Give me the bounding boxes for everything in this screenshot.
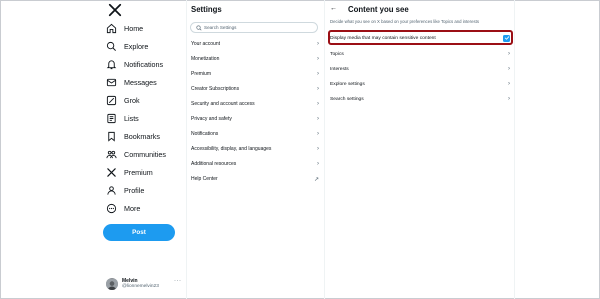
settings-item-creator-subscriptions[interactable]: Creator Subscriptions › <box>186 82 324 96</box>
settings-item-notifications[interactable]: Notifications › <box>186 127 324 141</box>
settings-item-label: Notifications <box>191 131 219 137</box>
nav-premium-label: Premium <box>124 167 153 177</box>
settings-item-label: Additional resources <box>191 161 237 167</box>
nav-home[interactable]: Home <box>106 20 143 36</box>
back-arrow-icon[interactable]: ← <box>330 5 337 12</box>
settings-item-label: Security and account access <box>191 101 255 107</box>
account-switcher[interactable]: Melvin @lionnemelvin23 ··· <box>106 276 184 292</box>
nav-grok-label: Grok <box>124 95 140 105</box>
page-title: Content you see <box>348 5 409 14</box>
settings-item-your-account[interactable]: Your account › <box>186 37 324 51</box>
nav-explore-label: Explore <box>124 41 149 51</box>
settings-search[interactable] <box>190 22 318 33</box>
settings-item-label: Privacy and safety <box>191 116 232 122</box>
people-icon <box>106 149 117 160</box>
chevron-right-icon: › <box>317 116 319 122</box>
bookmark-icon <box>106 131 117 142</box>
page-description: Decide what you see on X based on your p… <box>330 19 479 24</box>
content-item-label: Topics <box>330 51 344 57</box>
x-logo-icon <box>106 167 117 178</box>
nav-notifications-label: Notifications <box>124 59 164 69</box>
nav-premium[interactable]: Premium <box>106 164 153 180</box>
settings-item-label: Premium <box>191 71 212 77</box>
chevron-right-icon: › <box>508 96 510 102</box>
settings-item-security[interactable]: Security and account access › <box>186 97 324 111</box>
nav-messages-label: Messages <box>124 77 157 87</box>
nav-lists[interactable]: Lists <box>106 110 139 126</box>
nav-home-label: Home <box>124 23 144 33</box>
nav-more[interactable]: More <box>106 200 140 216</box>
chevron-right-icon: › <box>317 41 319 47</box>
nav-communities-label: Communities <box>124 149 166 159</box>
account-info: Melvin @lionnemelvin23 <box>122 278 159 291</box>
chevron-right-icon: › <box>317 131 319 137</box>
settings-item-monetization[interactable]: Monetization › <box>186 52 324 66</box>
envelope-icon <box>106 77 117 88</box>
settings-item-additional-resources[interactable]: Additional resources › <box>186 157 324 171</box>
nav-bookmarks-label: Bookmarks <box>124 131 160 141</box>
nav-profile[interactable]: Profile <box>106 182 144 198</box>
settings-item-label: Your account <box>191 41 221 47</box>
settings-item-premium[interactable]: Premium › <box>186 67 324 81</box>
settings-item-accessibility[interactable]: Accessibility, display, and languages › <box>186 142 324 156</box>
nav-communities[interactable]: Communities <box>106 146 166 162</box>
nav-notifications[interactable]: Notifications <box>106 56 163 72</box>
external-link-icon: ↗ <box>313 176 319 183</box>
post-button[interactable]: Post <box>103 224 175 241</box>
content-item-label: Interests <box>330 66 349 72</box>
person-icon <box>106 185 117 196</box>
content-item-topics[interactable]: Topics › <box>330 48 510 60</box>
nav-bookmarks[interactable]: Bookmarks <box>106 128 160 144</box>
home-icon <box>106 23 117 34</box>
settings-item-label: Creator Subscriptions <box>191 86 240 92</box>
nav-more-label: More <box>124 203 141 213</box>
settings-search-input[interactable] <box>204 25 314 30</box>
content-item-interests[interactable]: Interests › <box>330 63 510 75</box>
settings-item-help-center[interactable]: Help Center ↗ <box>186 172 324 186</box>
content-item-explore-settings[interactable]: Explore settings › <box>330 78 510 90</box>
search-icon <box>196 24 202 30</box>
x-logo-icon[interactable] <box>108 3 122 17</box>
content-you-see-panel: ← Content you see Decide what you see on… <box>324 0 514 299</box>
settings-panel: Settings Your account › Monetization › P… <box>186 0 324 299</box>
chevron-right-icon: › <box>508 51 510 57</box>
chevron-right-icon: › <box>317 161 319 167</box>
list-icon <box>106 113 117 124</box>
chevron-right-icon: › <box>317 56 319 62</box>
settings-item-label: Accessibility, display, and languages <box>191 146 272 152</box>
bell-icon <box>106 59 117 70</box>
nav-messages[interactable]: Messages <box>106 74 157 90</box>
chevron-right-icon: › <box>508 66 510 72</box>
content-item-search-settings[interactable]: Search settings › <box>330 93 510 105</box>
chevron-right-icon: › <box>508 81 510 87</box>
nav-profile-label: Profile <box>124 185 145 195</box>
nav-grok[interactable]: Grok <box>106 92 140 108</box>
settings-title: Settings <box>191 5 222 14</box>
content-item-label: Explore settings <box>330 81 365 87</box>
account-more-icon[interactable]: ··· <box>174 278 182 284</box>
more-circle-icon <box>106 203 117 214</box>
divider <box>514 0 515 299</box>
highlight-box <box>328 30 513 45</box>
settings-item-label: Monetization <box>191 56 220 62</box>
chevron-right-icon: › <box>317 146 319 152</box>
chevron-right-icon: › <box>317 86 319 92</box>
nav-lists-label: Lists <box>124 113 139 123</box>
avatar <box>106 278 118 290</box>
chevron-right-icon: › <box>317 101 319 107</box>
search-icon <box>106 41 117 52</box>
chevron-right-icon: › <box>317 71 319 77</box>
account-handle: @lionnemelvin23 <box>122 284 159 289</box>
left-navigation: Home Explore Notifications Messages Grok… <box>100 0 186 299</box>
settings-item-label: Help Center <box>191 176 218 182</box>
content-item-label: Search settings <box>330 96 364 102</box>
grok-icon <box>106 95 117 106</box>
nav-explore[interactable]: Explore <box>106 38 148 54</box>
settings-item-privacy[interactable]: Privacy and safety › <box>186 112 324 126</box>
